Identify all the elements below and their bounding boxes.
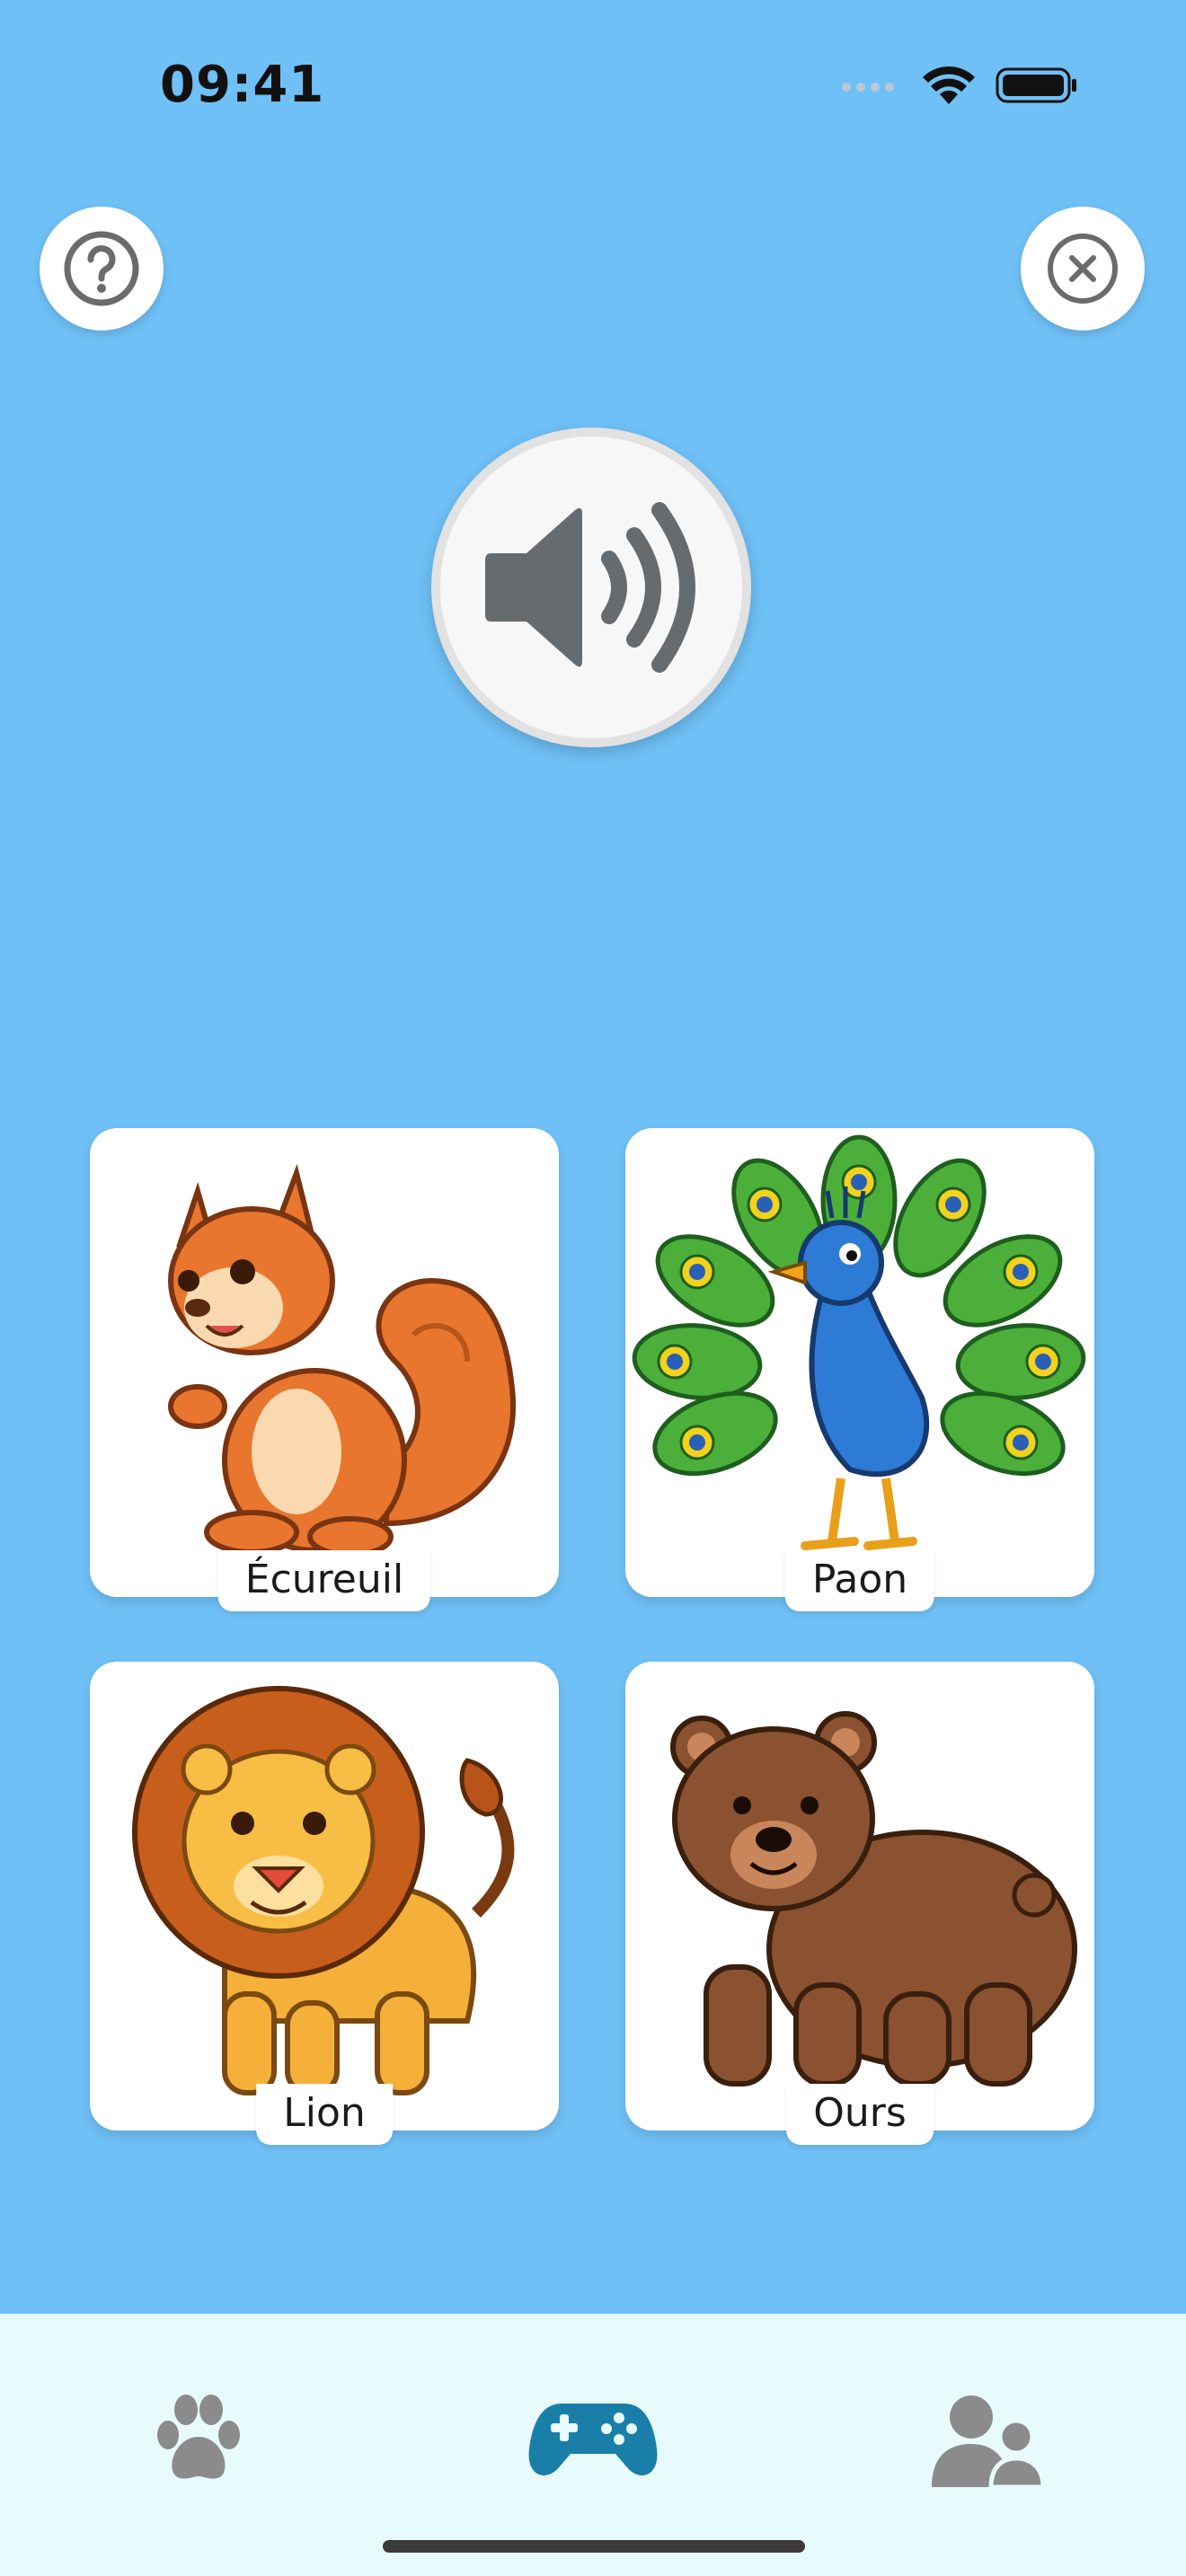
close-button[interactable] [1021,207,1145,331]
squirrel-illustration [168,1163,517,1557]
card-image-frame [90,1662,559,2130]
answer-card-peacock[interactable]: Paon [625,1128,1094,1631]
card-label: Lion [256,2084,393,2145]
cellular-signal-icon [842,83,894,92]
bear-illustration [670,1711,1077,2086]
card-label: Écureuil [217,1550,431,1611]
profiles-icon [932,2395,1046,2489]
speaker-wave-icon [485,502,695,673]
home-indicator[interactable] [383,2540,805,2553]
status-time: 09:41 [160,56,325,114]
battery-icon [996,67,1076,103]
peacock-illustration [632,1134,1086,1550]
lion-illustration [132,1686,515,2095]
answer-card-squirrel[interactable]: Écureuil [90,1128,559,1631]
play-sound-button[interactable] [431,428,751,747]
tab-bar [0,2314,1186,2576]
card-label: Ours [786,2084,934,2145]
card-image-frame [625,1128,1094,1597]
status-icons [839,65,1078,106]
answer-card-lion[interactable]: Lion [90,1662,559,2165]
tab-animals[interactable] [126,2368,270,2511]
card-label: Paon [784,1550,935,1611]
gamepad-icon [528,2404,658,2476]
wifi-icon [923,66,975,104]
help-button[interactable] [40,207,164,331]
close-circle-icon [1048,234,1118,304]
card-image-frame [90,1128,559,1597]
tab-games[interactable] [521,2368,665,2511]
tab-profiles[interactable] [916,2368,1060,2511]
status-bar: 09:41 [0,0,1186,171]
paw-icon [157,2395,240,2479]
answer-card-bear[interactable]: Ours [625,1662,1094,2165]
card-image-frame [625,1662,1094,2130]
question-circle-icon [64,231,139,306]
